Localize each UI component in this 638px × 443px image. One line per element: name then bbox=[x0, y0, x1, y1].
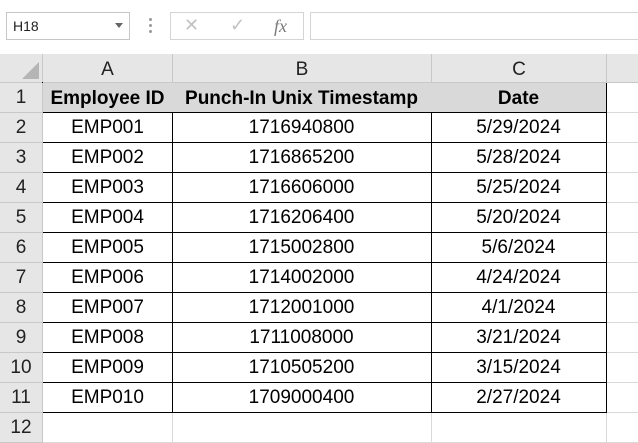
drag-handle-icon[interactable] bbox=[149, 18, 152, 34]
table-cell[interactable]: EMP007 bbox=[42, 292, 173, 323]
table-cell[interactable]: EMP003 bbox=[42, 172, 173, 203]
table-cell[interactable]: 5/25/2024 bbox=[431, 172, 607, 203]
row-header-4[interactable]: 4 bbox=[0, 173, 43, 203]
formula-bar: H18 ✕ ✓ fx bbox=[0, 0, 638, 54]
table-cell[interactable]: EMP002 bbox=[42, 142, 173, 173]
row-header-3[interactable]: 3 bbox=[0, 143, 43, 173]
formula-input[interactable] bbox=[310, 12, 638, 40]
table-cell[interactable]: 1712001000 bbox=[172, 292, 432, 323]
column-header-b[interactable]: B bbox=[173, 54, 432, 83]
row-header-11[interactable]: 11 bbox=[0, 383, 43, 413]
table-cell[interactable]: 5/28/2024 bbox=[431, 142, 607, 173]
table-cell[interactable]: 1711008000 bbox=[172, 322, 432, 353]
table-cell[interactable]: 1716206400 bbox=[172, 202, 432, 233]
row-header-9[interactable]: 9 bbox=[0, 323, 43, 353]
row-header-1[interactable]: 1 bbox=[0, 83, 43, 113]
header-cell[interactable]: Punch-In Unix Timestamp bbox=[172, 82, 432, 113]
cancel-icon[interactable]: ✕ bbox=[184, 15, 199, 36]
table-cell[interactable]: EMP010 bbox=[42, 382, 173, 413]
row-header-7[interactable]: 7 bbox=[0, 263, 43, 293]
cell-area: Employee ID Punch-In Unix Timestamp Date EM… bbox=[42, 82, 638, 443]
header-cell[interactable]: Employee ID bbox=[42, 82, 173, 113]
table-cell[interactable]: 1710505200 bbox=[172, 352, 432, 383]
table-cell[interactable]: EMP006 bbox=[42, 262, 173, 293]
table-cell[interactable]: 4/24/2024 bbox=[431, 262, 607, 293]
row-header-2[interactable]: 2 bbox=[0, 113, 43, 143]
row-header-8[interactable]: 8 bbox=[0, 293, 43, 323]
table-cell[interactable]: EMP009 bbox=[42, 352, 173, 383]
table-cell[interactable]: EMP001 bbox=[42, 112, 173, 143]
chevron-down-icon[interactable] bbox=[115, 23, 123, 28]
table-cell[interactable]: 4/1/2024 bbox=[431, 292, 607, 323]
table-cell[interactable]: 1715002800 bbox=[172, 232, 432, 263]
formula-buttons: ✕ ✓ fx bbox=[170, 12, 304, 40]
row-header-12[interactable]: 12 bbox=[0, 413, 43, 443]
row-header-5[interactable]: 5 bbox=[0, 203, 43, 233]
select-all-icon bbox=[22, 62, 39, 79]
insert-function-icon[interactable]: fx bbox=[274, 16, 287, 37]
table-cell[interactable]: 5/29/2024 bbox=[431, 112, 607, 143]
table-cell[interactable]: 1716865200 bbox=[172, 142, 432, 173]
header-cell[interactable]: Date bbox=[431, 82, 607, 113]
table-cell[interactable]: 3/15/2024 bbox=[431, 352, 607, 383]
table-cell[interactable]: 2/27/2024 bbox=[431, 382, 607, 413]
enter-icon[interactable]: ✓ bbox=[230, 15, 245, 36]
table-cell[interactable]: 5/20/2024 bbox=[431, 202, 607, 233]
select-all-button[interactable] bbox=[0, 54, 43, 83]
table-cell[interactable]: 5/6/2024 bbox=[431, 232, 607, 263]
table-cell[interactable]: 1709000400 bbox=[172, 382, 432, 413]
table-cell[interactable]: 3/21/2024 bbox=[431, 322, 607, 353]
row-header-10[interactable]: 10 bbox=[0, 353, 43, 383]
table-cell[interactable]: 1716940800 bbox=[172, 112, 432, 143]
name-box[interactable]: H18 bbox=[6, 12, 130, 40]
column-header-c[interactable]: C bbox=[432, 54, 607, 83]
table-cell[interactable]: EMP004 bbox=[42, 202, 173, 233]
table-cell[interactable]: 1716606000 bbox=[172, 172, 432, 203]
spreadsheet-grid: Employee ID Punch-In Unix Timestamp Date EM… bbox=[0, 54, 638, 443]
table-cell[interactable]: 1714002000 bbox=[172, 262, 432, 293]
table-cell[interactable]: EMP005 bbox=[42, 232, 173, 263]
name-box-value: H18 bbox=[13, 18, 39, 34]
table-cell[interactable]: EMP008 bbox=[42, 322, 173, 353]
column-header-d[interactable] bbox=[607, 54, 638, 83]
column-header-a[interactable]: A bbox=[43, 54, 173, 83]
row-header-6[interactable]: 6 bbox=[0, 233, 43, 263]
